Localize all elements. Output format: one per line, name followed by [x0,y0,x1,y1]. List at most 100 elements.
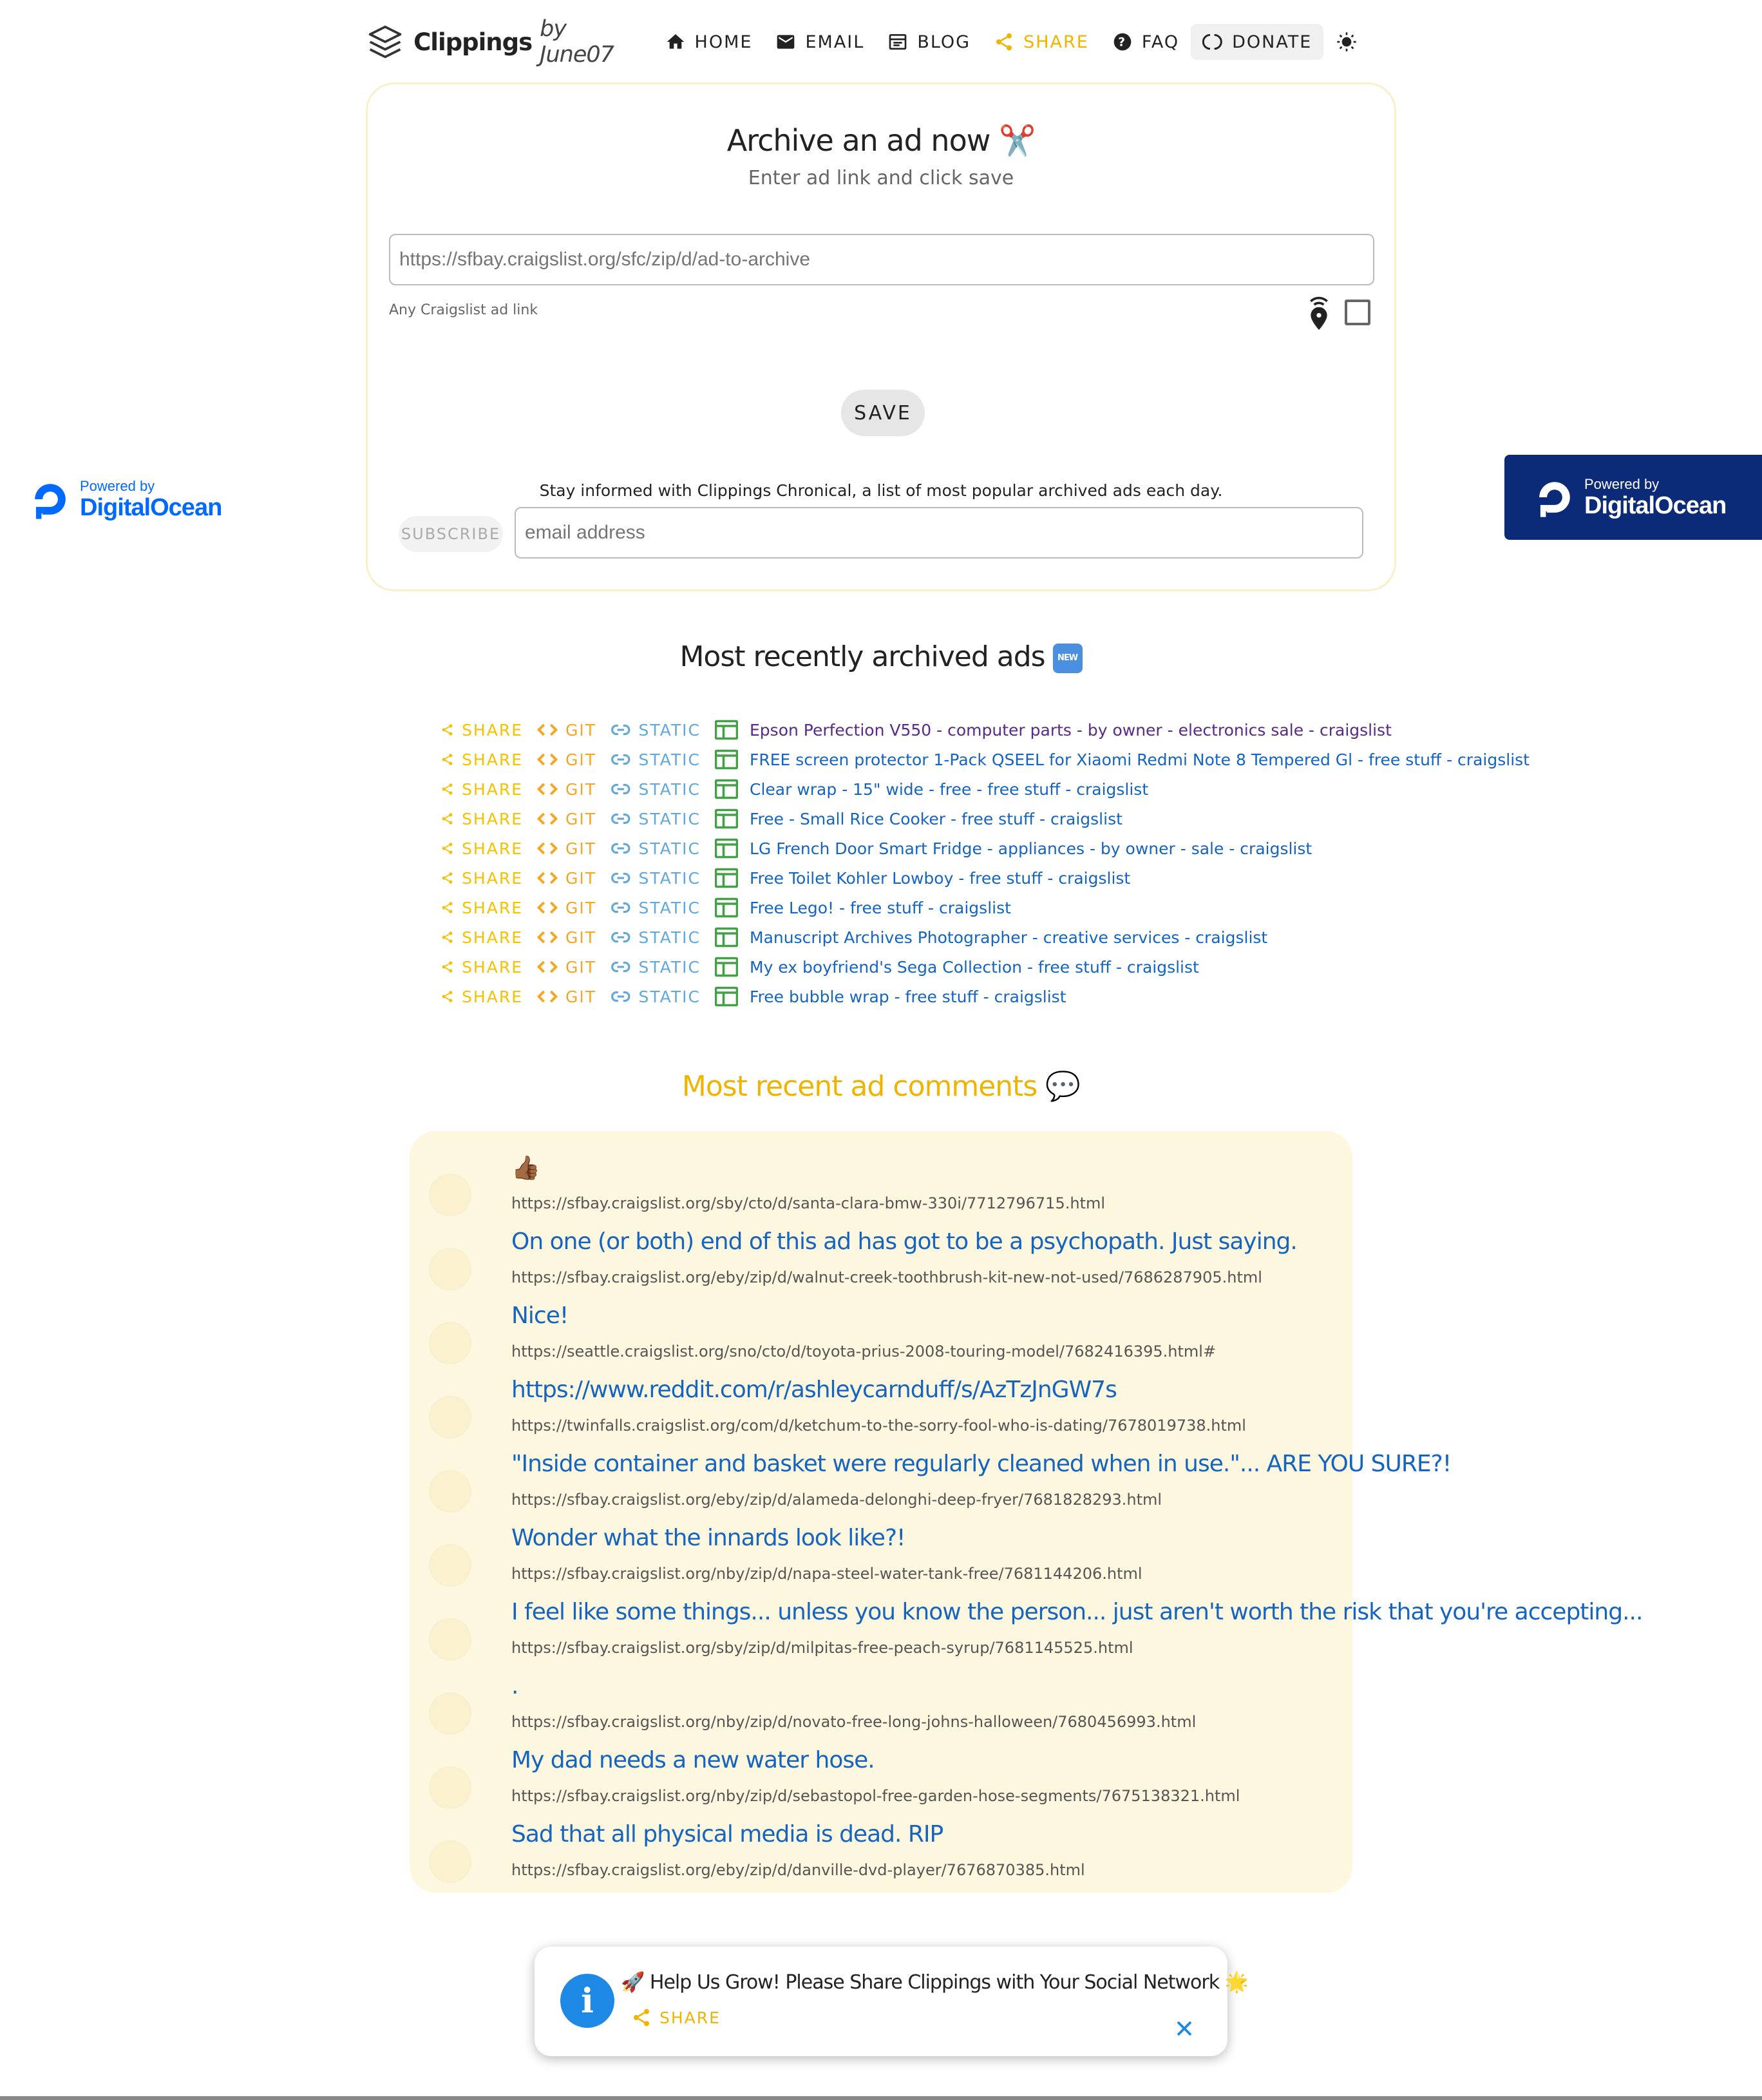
ad-row: SHARE GIT STATIC Manuscript Archives Photog… [440,922,1530,952]
ad-link[interactable]: FREE screen protector 1-Pack QSEEL for X… [750,750,1530,769]
comment-ad-url[interactable]: https://sfbay.craigslist.org/eby/zip/d/a… [511,1491,1162,1509]
comment-ad-url[interactable]: https://sfbay.craigslist.org/nby/zip/d/s… [511,1787,1240,1805]
ad-git-button[interactable]: GIT [537,986,596,1007]
ad-static-button[interactable]: STATIC [611,868,701,888]
web-page-icon[interactable] [715,927,738,948]
ad-link[interactable]: Free Toilet Kohler Lowboy - free stuff -… [750,869,1130,888]
comment-text[interactable]: https://www.reddit.com/r/ashleycarnduff/… [511,1377,1117,1403]
comment-text[interactable]: I feel like some things... unless you kn… [511,1599,1643,1625]
ad-git-button[interactable]: GIT [537,749,596,770]
digitalocean-badge-right[interactable]: Powered by DigitalOcean [1504,455,1762,540]
proxy-checkbox[interactable] [1345,300,1370,325]
ad-share-button[interactable]: SHARE [440,986,523,1007]
digitalocean-logo-icon [1539,482,1570,517]
ad-share-button[interactable]: SHARE [440,779,523,799]
avatar [429,1692,471,1735]
save-button[interactable]: SAVE [841,390,925,436]
sponsor-name: DigitalOcean [80,494,222,521]
ad-git-button[interactable]: GIT [537,897,596,918]
web-page-icon[interactable] [715,720,738,740]
comment-text[interactable]: "Inside container and basket were regula… [511,1451,1452,1477]
ad-static-button[interactable]: STATIC [611,749,701,770]
comment-ad-url[interactable]: https://twinfalls.craigslist.org/com/d/k… [511,1417,1246,1435]
ad-link[interactable]: Manuscript Archives Photographer - creat… [750,928,1267,947]
ad-static-button[interactable]: STATIC [611,957,701,977]
ad-share-button[interactable]: SHARE [440,808,523,829]
ad-static-button[interactable]: STATIC [611,779,701,799]
avatar [429,1766,471,1809]
web-page-icon[interactable] [715,986,738,1007]
ad-link[interactable]: Free - Small Rice Cooker - free stuff - … [750,810,1123,828]
home-icon [667,34,684,49]
location-signal-icon[interactable] [1305,293,1333,330]
brand-name[interactable]: Clippings [413,28,533,56]
ad-link[interactable]: Free Lego! - free stuff - craigslist [750,899,1011,917]
link-icon [611,872,630,884]
ad-static-button[interactable]: STATIC [611,808,701,829]
close-icon[interactable] [1175,2019,1194,2038]
subscribe-button[interactable]: SUBSCRIBE [399,516,503,552]
comment-text[interactable]: Wonder what the innards look like?! [511,1525,905,1551]
share-icon [442,754,453,765]
comment-ad-url[interactable]: https://sfbay.craigslist.org/sby/zip/d/m… [511,1639,1133,1657]
comment-ad-url[interactable]: https://sfbay.craigslist.org/nby/zip/d/n… [511,1565,1142,1583]
ad-static-button[interactable]: STATIC [611,927,701,948]
comment-ad-url[interactable]: https://seattle.craigslist.org/sno/cto/d… [511,1342,1216,1360]
comment-text[interactable]: . [511,1673,518,1699]
ad-link[interactable]: Clear wrap - 15" wide - free - free stuf… [750,780,1148,799]
web-page-icon[interactable] [715,868,738,888]
ad-share-button[interactable]: SHARE [440,957,523,977]
web-page-icon[interactable] [715,897,738,918]
ad-git-button[interactable]: GIT [537,868,596,888]
comment-text[interactable]: Nice! [511,1303,569,1329]
comment-ad-url[interactable]: https://sfbay.craigslist.org/eby/zip/d/w… [511,1268,1262,1286]
ad-url-input[interactable] [389,234,1374,285]
ad-link[interactable]: Epson Perfection V550 - computer parts -… [750,721,1392,740]
comment-text[interactable]: Sad that all physical media is dead. RIP [511,1821,943,1847]
ad-share-button[interactable]: SHARE [440,868,523,888]
theme-toggle[interactable] [1334,29,1359,55]
ad-share-button[interactable]: SHARE [440,838,523,859]
comment-ad-url[interactable]: https://sfbay.craigslist.org/nby/zip/d/n… [511,1713,1196,1731]
nav-email[interactable]: EMAIL [764,24,876,60]
comment-ad-url[interactable]: https://sfbay.craigslist.org/eby/zip/d/d… [511,1861,1085,1879]
web-page-icon[interactable] [715,808,738,829]
web-page-icon[interactable] [715,749,738,770]
ad-link[interactable]: My ex boyfriend's Sega Collection - free… [750,958,1199,977]
ad-static-button[interactable]: STATIC [611,897,701,918]
ad-git-button[interactable]: GIT [537,927,596,948]
avatar [429,1840,471,1883]
comment-text[interactable]: 👍🏾 [511,1154,540,1181]
code-icon [537,990,558,1003]
ad-git-button[interactable]: GIT [537,957,596,977]
ad-share-button[interactable]: SHARE [440,897,523,918]
ad-git-button[interactable]: GIT [537,838,596,859]
nav-donate[interactable]: DONATE [1191,24,1324,60]
ad-share-button[interactable]: SHARE [440,749,523,770]
ad-git-button[interactable]: GIT [537,720,596,740]
nav-share[interactable]: SHARE [982,24,1101,60]
ad-static-button[interactable]: STATIC [611,720,701,740]
comment-ad-url[interactable]: https://sfbay.craigslist.org/sby/cto/d/s… [511,1194,1105,1212]
comment-text[interactable]: On one (or both) end of this ad has got … [511,1228,1298,1255]
web-page-icon[interactable] [715,838,738,859]
comment-text[interactable]: My dad needs a new water hose. [511,1747,875,1773]
nav-home[interactable]: HOME [654,24,764,60]
ad-git-button[interactable]: GIT [537,808,596,829]
toast-share-button[interactable]: SHARE [631,2007,721,2028]
nav-blog[interactable]: BLOG [876,24,982,60]
sponsor-name: DigitalOcean [1584,492,1727,519]
email-input[interactable] [515,507,1363,558]
ad-git-button[interactable]: GIT [537,779,596,799]
layers-logo-icon[interactable] [367,23,403,61]
web-page-icon[interactable] [715,957,738,977]
ad-link[interactable]: LG French Door Smart Fridge - appliances… [750,839,1312,858]
web-page-icon[interactable] [715,779,738,799]
digitalocean-badge-left[interactable]: Powered by DigitalOcean [28,470,234,528]
ad-static-button[interactable]: STATIC [611,986,701,1007]
ad-link[interactable]: Free bubble wrap - free stuff - craigsli… [750,988,1066,1006]
ad-static-button[interactable]: STATIC [611,838,701,859]
ad-share-button[interactable]: SHARE [440,720,523,740]
nav-faq[interactable]: ? FAQ [1101,24,1191,60]
ad-share-button[interactable]: SHARE [440,927,523,948]
